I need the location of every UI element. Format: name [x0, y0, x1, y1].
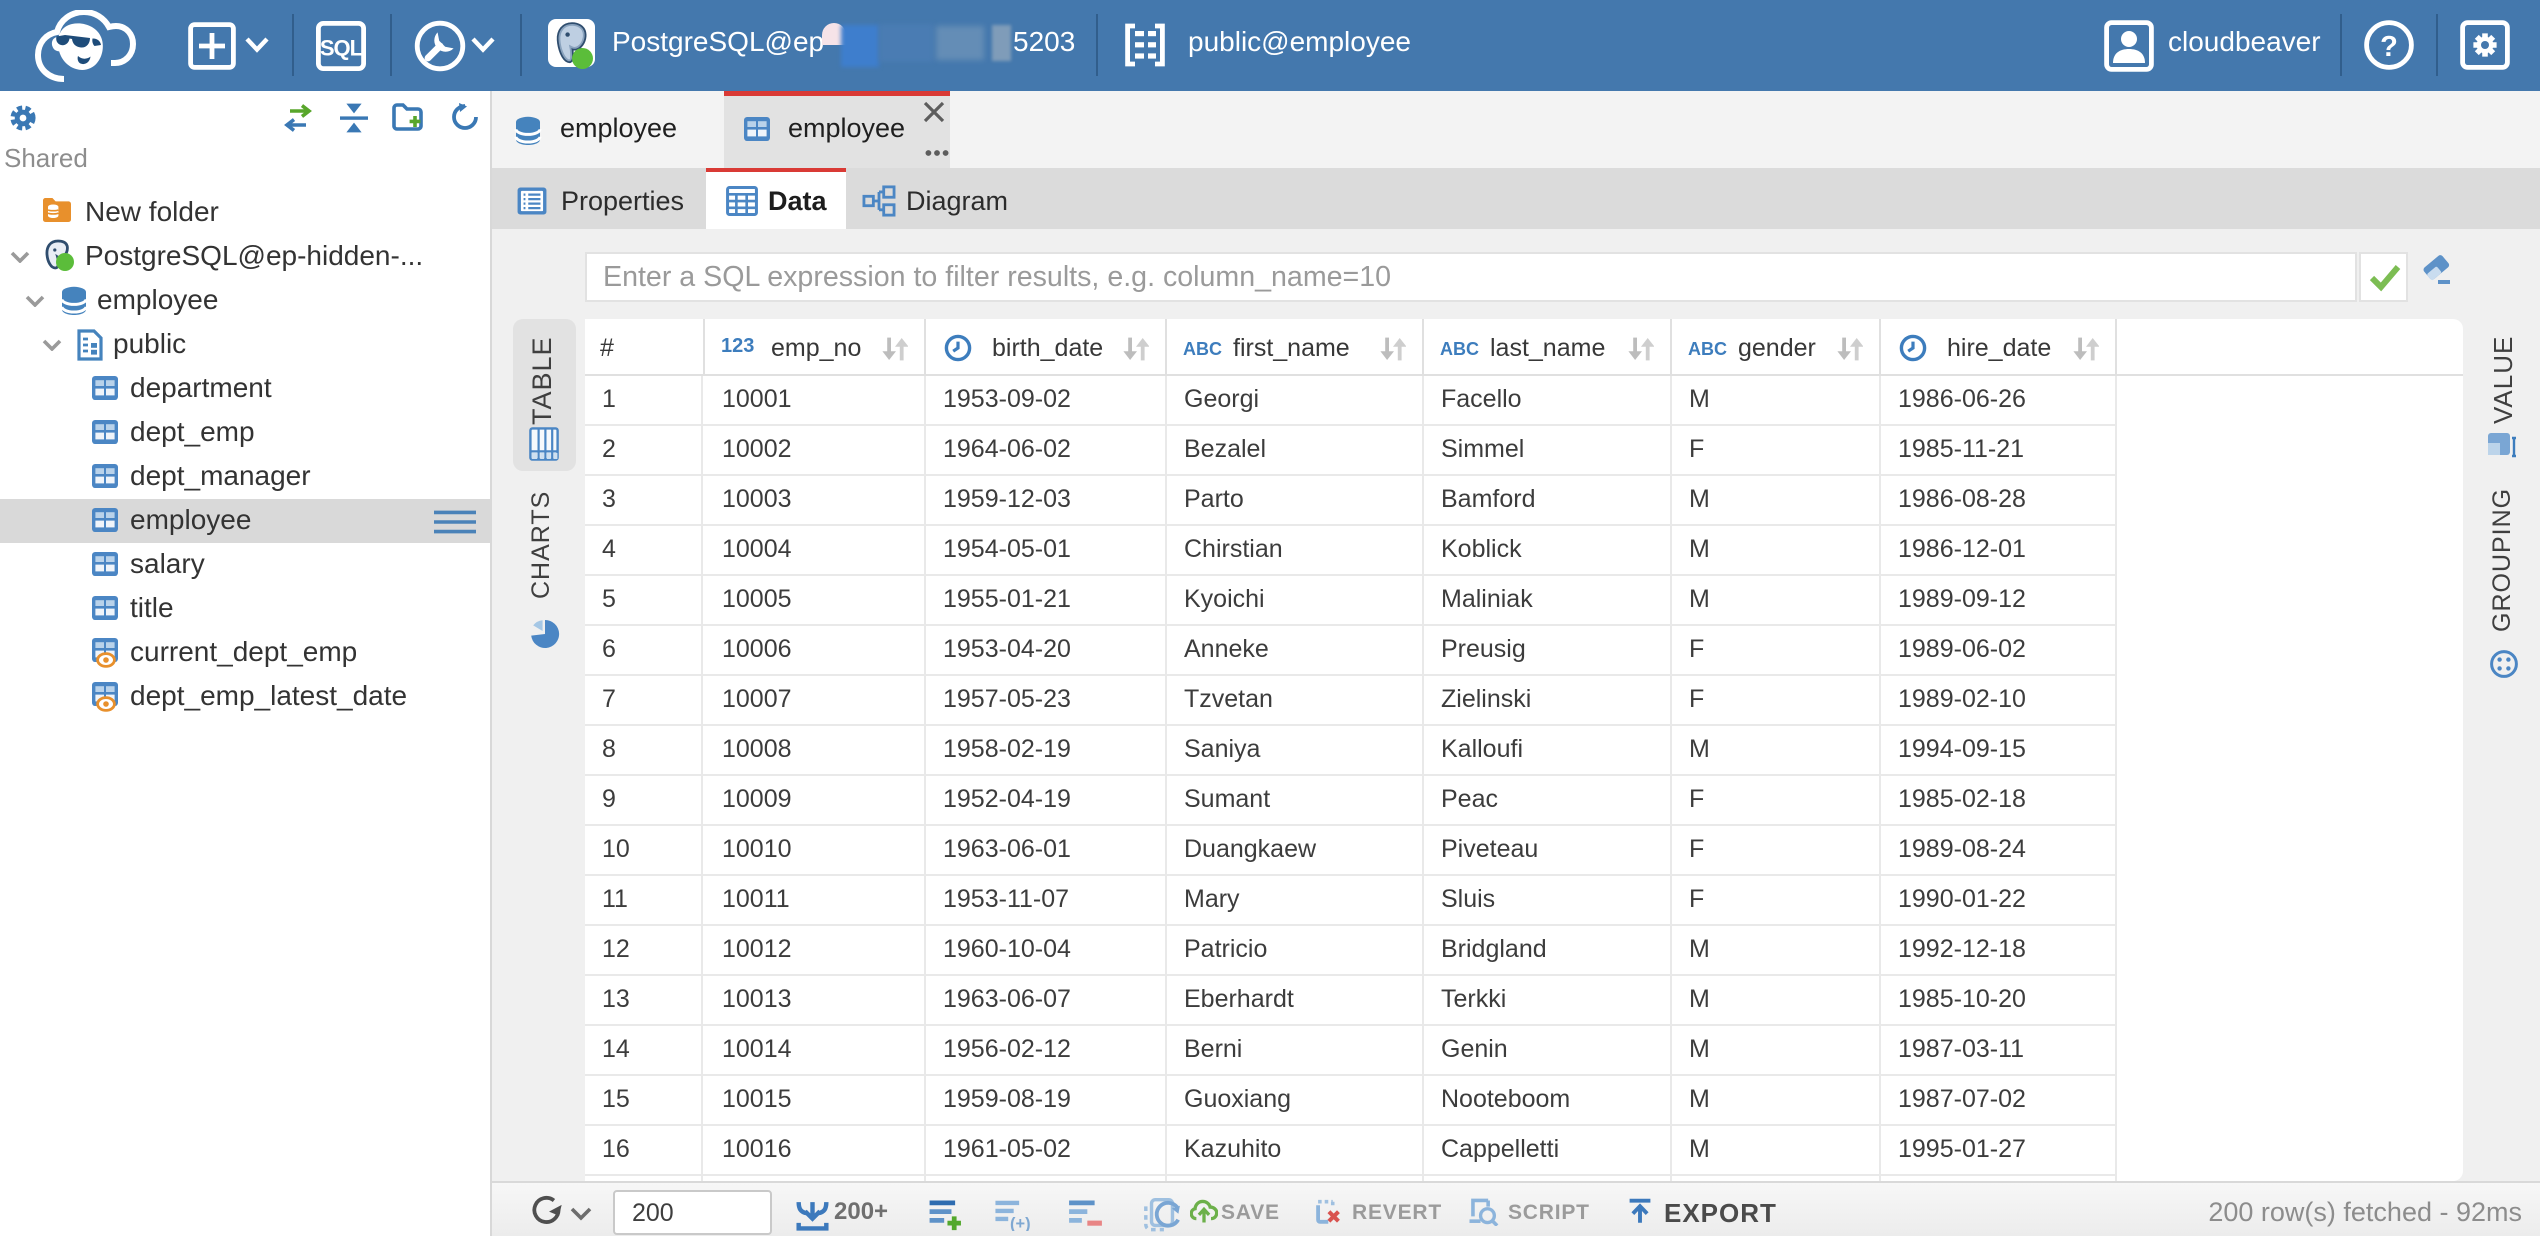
- svg-text:(+): (+): [1010, 1215, 1031, 1231]
- svg-text:SQL: SQL: [320, 35, 363, 60]
- svg-text:?: ?: [2380, 31, 2398, 63]
